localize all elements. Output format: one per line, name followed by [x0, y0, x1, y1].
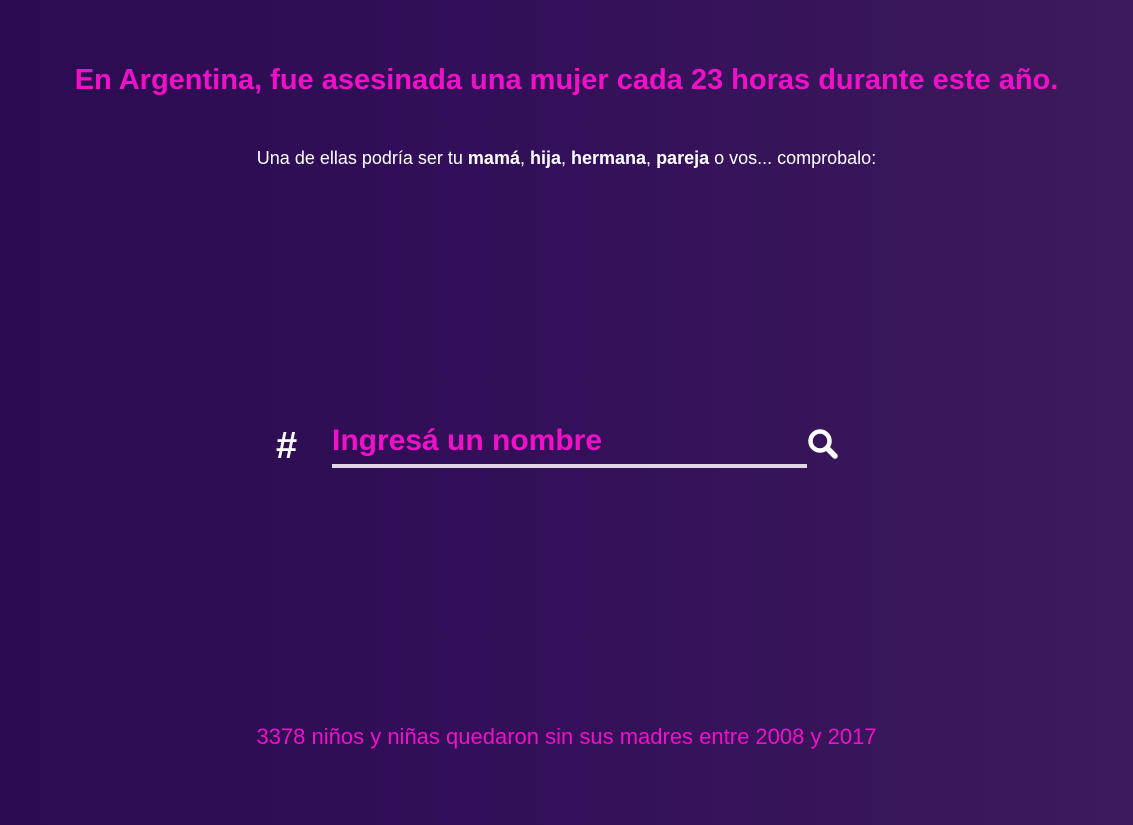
page-title: En Argentina, fue asesinada una mujer ca… [74, 64, 1059, 96]
intro-separator: , [646, 148, 657, 168]
hashtag-icon: # [276, 425, 298, 467]
search-bar: # [0, 418, 1133, 478]
intro-prefix: Una de ellas podría ser tu [256, 148, 468, 168]
intro-word-hermana: hermana [571, 148, 647, 168]
intro-separator: , [560, 148, 571, 168]
intro-text: Una de ellas podría ser tu mamá, hija, h… [0, 148, 1133, 169]
intro-word-mama: mamá [467, 148, 520, 168]
intro-word-hija: hija [529, 148, 561, 168]
intro-suffix: o vos... comprobalo: [709, 148, 877, 168]
orphans-stat-note: 3378 niños y niñas quedaron sin sus madr… [256, 724, 877, 749]
search-button[interactable] [803, 424, 843, 464]
name-search-input[interactable] [332, 418, 807, 468]
intro-word-pareja: pareja [656, 148, 710, 168]
intro-separator: , [519, 148, 530, 168]
search-icon [808, 429, 838, 459]
